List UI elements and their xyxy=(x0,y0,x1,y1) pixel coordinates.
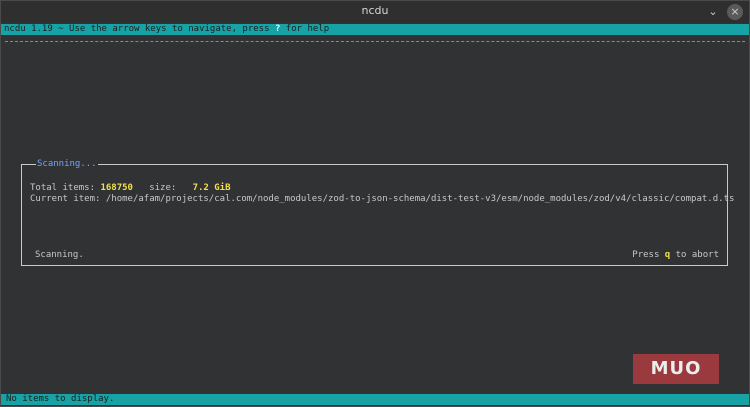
terminal-area[interactable]: ncdu 1.19 ~ Use the arrow keys to naviga… xyxy=(1,23,749,406)
size-label: size: xyxy=(132,183,193,193)
current-item-path: /home/afam/projects/cal.com/node_modules… xyxy=(105,194,735,204)
abort-prefix: Press xyxy=(632,250,665,260)
total-items-value: 168750 xyxy=(100,183,133,193)
status-bar: No items to display. xyxy=(1,394,749,405)
abort-suffix: to abort xyxy=(670,250,719,260)
window-titlebar[interactable]: ncdu ⌄ × xyxy=(1,1,749,24)
help-bar: ncdu 1.19 ~ Use the arrow keys to naviga… xyxy=(1,24,749,35)
size-value: 7.2 GiB xyxy=(192,183,231,193)
window-title: ncdu xyxy=(361,4,389,17)
scan-status: Scanning. xyxy=(35,250,84,260)
minimize-icon[interactable]: ⌄ xyxy=(705,4,721,20)
current-item-row: Current item: /home/afam/projects/cal.co… xyxy=(30,193,734,205)
help-bar-suffix: for help xyxy=(280,24,330,34)
abort-hint: Press q to abort xyxy=(632,249,719,261)
dashed-divider xyxy=(5,41,745,42)
current-item-label: Current item: xyxy=(30,194,106,204)
terminal-window: ncdu ⌄ × ncdu 1.19 ~ Use the arrow keys … xyxy=(0,0,750,407)
close-icon[interactable]: × xyxy=(727,4,743,20)
watermark-logo: MUO xyxy=(633,354,719,384)
total-items-label: Total items: xyxy=(30,183,101,193)
scanning-dialog: Scanning... Total items: 168750 size: 7.… xyxy=(21,158,734,266)
dialog-title: Scanning... xyxy=(36,158,98,170)
help-bar-text: ncdu 1.19 ~ Use the arrow keys to naviga… xyxy=(4,24,275,34)
